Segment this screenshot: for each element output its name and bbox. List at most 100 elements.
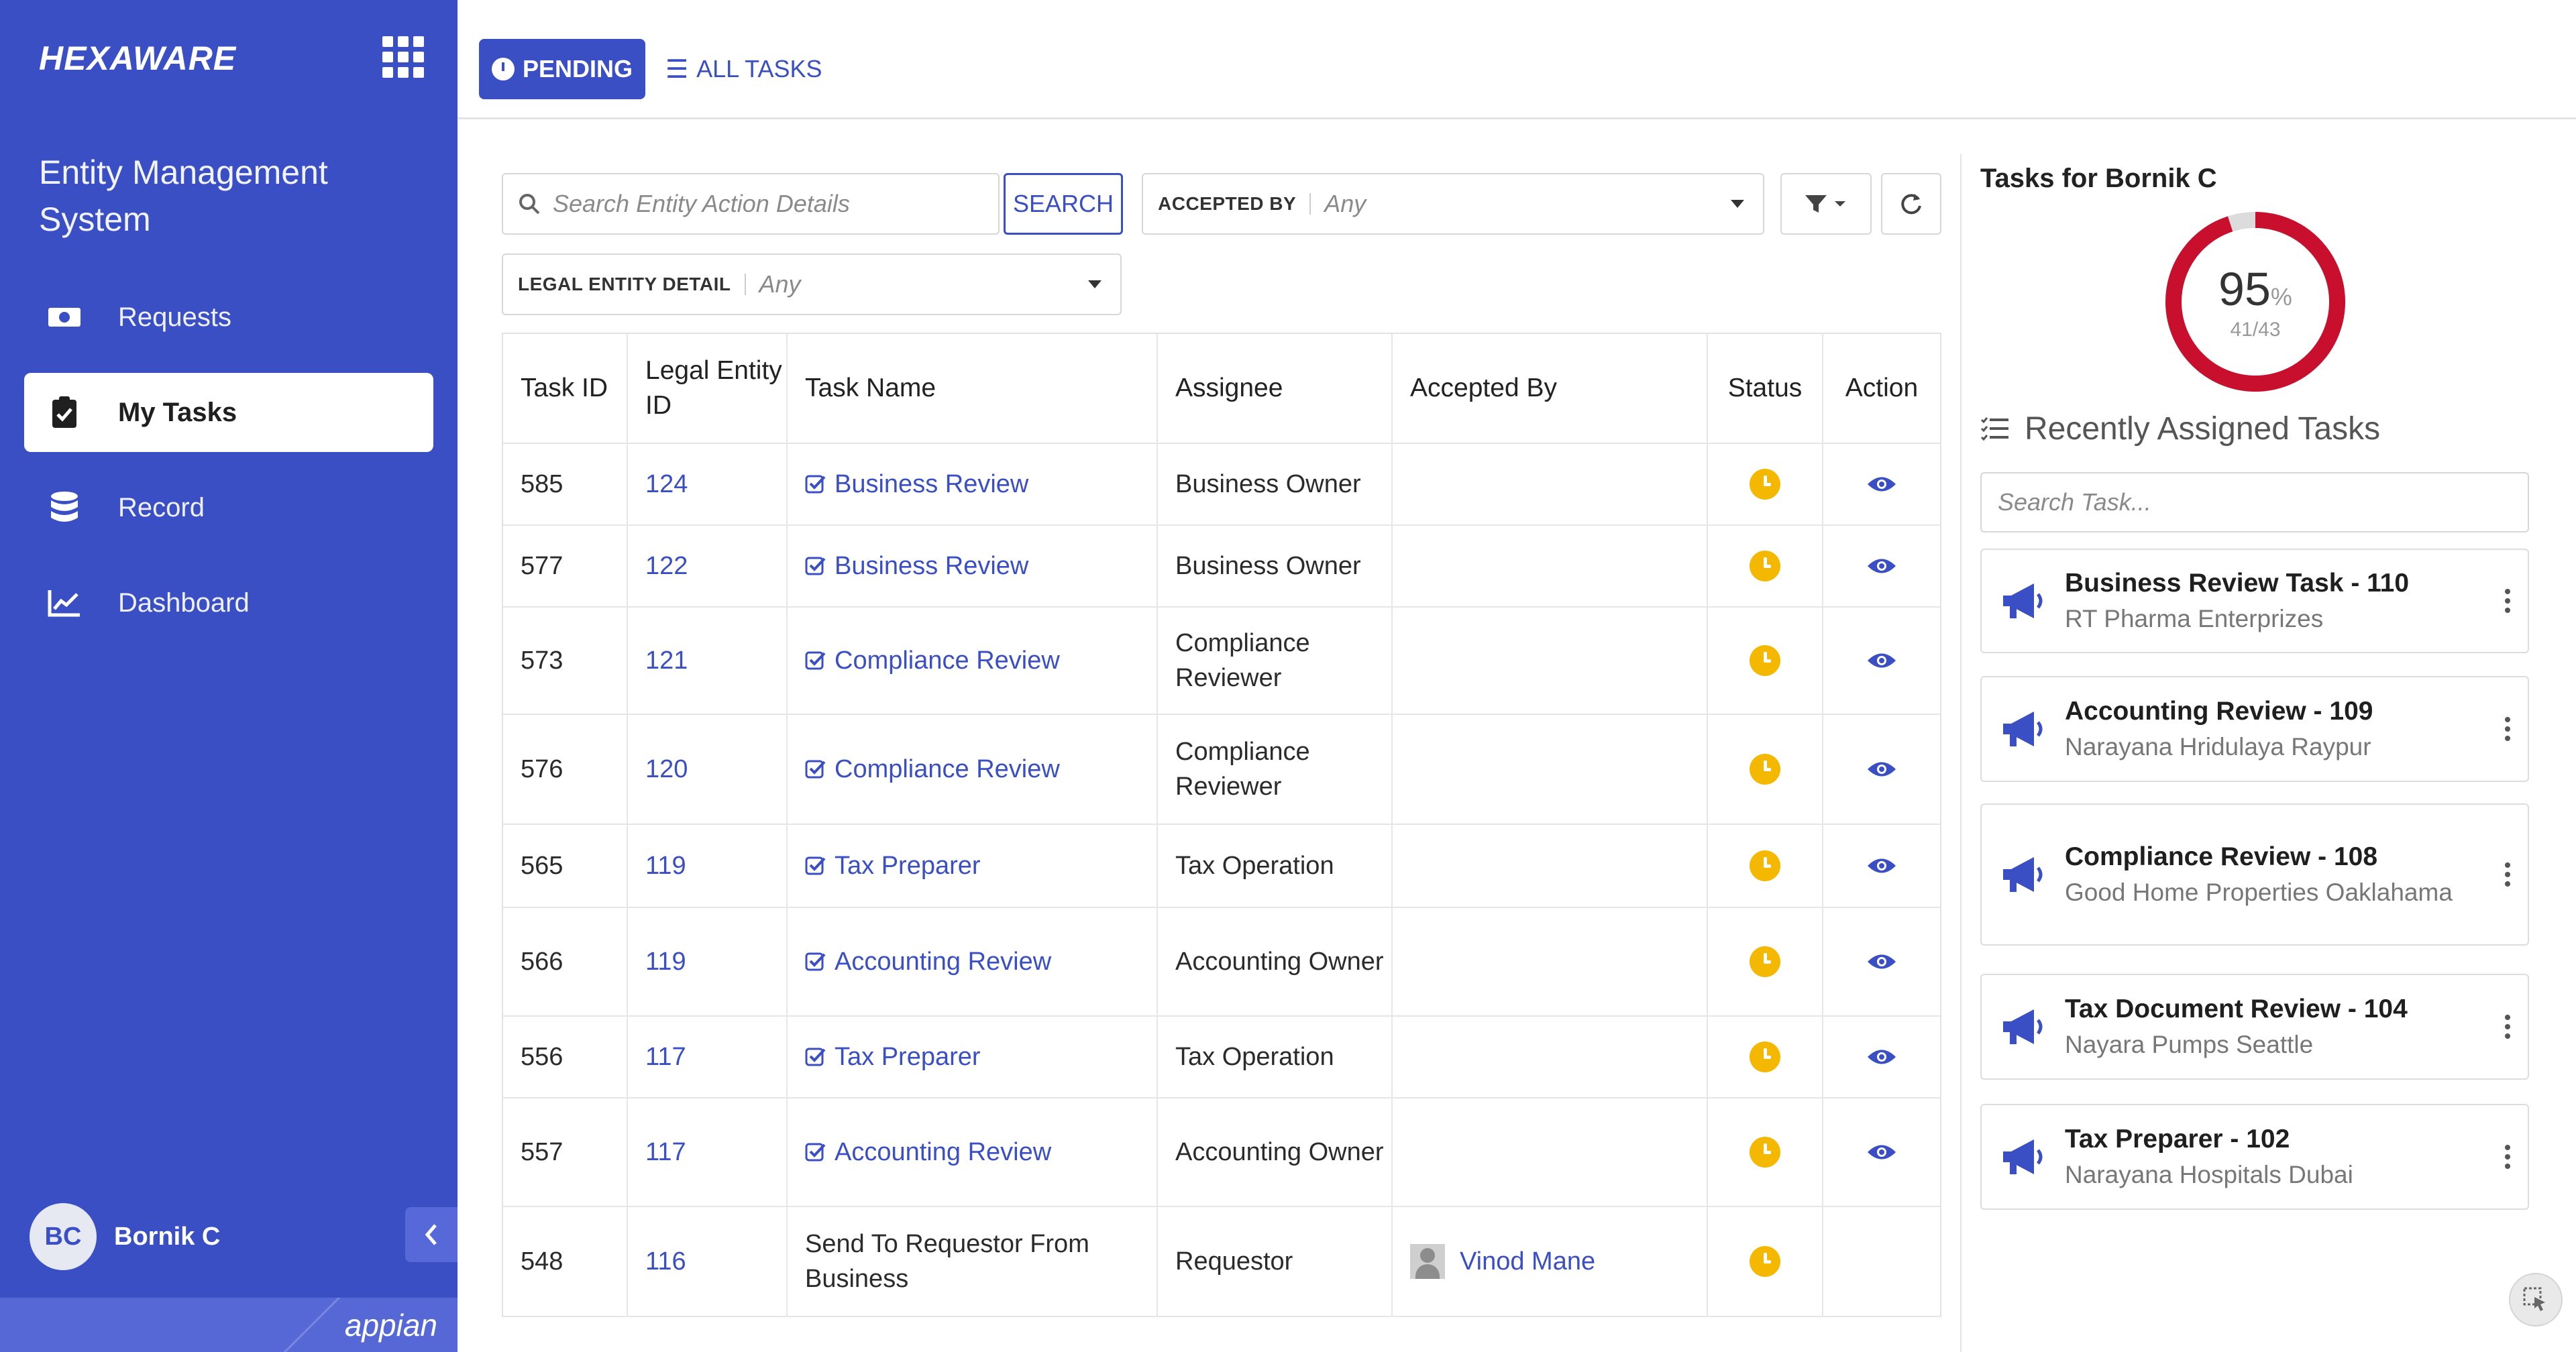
task-name-text: Business Review: [835, 552, 1029, 580]
table-row: 557 117 Accounting Review Accounting Owner: [503, 1098, 1940, 1207]
nav-item-dashboard[interactable]: Dashboard: [24, 563, 433, 642]
view-eye-icon[interactable]: [1866, 856, 1897, 876]
more-options-icon[interactable]: [2487, 587, 2528, 615]
search-input[interactable]: Search Entity Action Details: [502, 173, 1000, 235]
recent-task-card[interactable]: Accounting Review - 109 Narayana Hridulay…: [1980, 676, 2529, 782]
table-row: 548 116 Send To Requestor From Business Req…: [503, 1207, 1940, 1317]
pending-clock-icon: [1750, 1041, 1780, 1072]
table-row: 565 119 Tax Preparer Tax Operation: [503, 825, 1940, 908]
entity-id-link[interactable]: 119: [628, 908, 788, 1015]
action-cell: [1823, 825, 1940, 907]
task-id-cell: 557: [503, 1098, 628, 1206]
filter-icon: [1805, 195, 1845, 213]
task-name-text: Tax Preparer: [835, 852, 981, 880]
filter-button[interactable]: [1780, 173, 1872, 235]
accepted-by-cell: [1393, 1098, 1708, 1206]
view-eye-icon[interactable]: [1866, 651, 1897, 671]
action-cell: [1823, 715, 1940, 824]
checkbox-icon: [805, 760, 826, 779]
recent-task-card[interactable]: Business Review Task - 110 RT Pharma Ente…: [1980, 549, 2529, 653]
list-icon: ☰: [665, 55, 689, 84]
recent-task-card[interactable]: Tax Preparer - 102 Narayana Hospitals Dub…: [1980, 1104, 2529, 1210]
task-search-input[interactable]: Search Task...: [1980, 472, 2529, 532]
entity-id-link[interactable]: 120: [628, 715, 788, 824]
accepted-by-cell: Vinod Mane: [1393, 1207, 1708, 1316]
recently-assigned-title: Recently Assigned Tasks: [1980, 410, 2380, 447]
pending-clock-icon: [1750, 469, 1780, 500]
legal-entity-dropdown[interactable]: LEGAL ENTITY DETAIL Any: [502, 253, 1122, 315]
table-row: 573 121 Compliance Review Compliance Review…: [503, 608, 1940, 715]
nav-item-record[interactable]: Record: [24, 468, 433, 547]
money-icon: [44, 297, 85, 337]
column-header[interactable]: Action: [1823, 334, 1940, 443]
more-options-icon[interactable]: [2487, 715, 2528, 743]
avatar: BC: [30, 1203, 97, 1270]
tab-all-tasks[interactable]: ☰ ALL TASKS: [665, 39, 822, 99]
entity-id-link[interactable]: 121: [628, 608, 788, 714]
task-name-cell: Accounting Review: [788, 1098, 1158, 1206]
entity-id-link[interactable]: 124: [628, 444, 788, 524]
chevron-left-icon: [425, 1224, 437, 1245]
status-cell: [1708, 908, 1823, 1015]
app-grid-icon[interactable]: [382, 36, 424, 78]
nav-item-requests[interactable]: Requests: [24, 278, 433, 357]
column-header[interactable]: Task ID: [503, 334, 628, 443]
recent-task-card[interactable]: Compliance Review - 108 Good Home Propert…: [1980, 803, 2529, 946]
view-eye-icon[interactable]: [1866, 556, 1897, 576]
checkbox-icon: [805, 1048, 826, 1066]
task-name-link[interactable]: Accounting Review: [805, 944, 1051, 979]
column-header[interactable]: Task Name: [788, 334, 1158, 443]
entity-id-link[interactable]: 119: [628, 825, 788, 907]
column-header[interactable]: Assignee: [1158, 334, 1393, 443]
view-eye-icon[interactable]: [1866, 474, 1897, 494]
clock-icon: [491, 58, 515, 80]
pending-clock-icon: [1750, 645, 1780, 676]
task-name-link[interactable]: Accounting Review: [805, 1135, 1051, 1170]
task-name-cell: Tax Preparer: [788, 825, 1158, 907]
more-options-icon[interactable]: [2487, 1143, 2528, 1171]
pending-clock-icon: [1750, 1137, 1780, 1168]
user-profile[interactable]: BC Bornik C: [30, 1203, 220, 1270]
completion-fraction: 41/43: [2230, 319, 2281, 341]
column-header[interactable]: Accepted By: [1393, 334, 1708, 443]
column-header[interactable]: Legal Entity ID: [628, 334, 788, 443]
task-name-link[interactable]: Business Review: [805, 467, 1028, 502]
view-eye-icon[interactable]: [1866, 1142, 1897, 1162]
accepted-by-link[interactable]: Vinod Mane: [1460, 1244, 1595, 1279]
entity-id-link[interactable]: 117: [628, 1017, 788, 1097]
task-name-link[interactable]: Compliance Review: [805, 643, 1060, 678]
pending-clock-icon: [1750, 754, 1780, 785]
more-options-icon[interactable]: [2487, 1013, 2528, 1041]
legal-entity-label: LEGAL ENTITY DETAIL: [518, 274, 746, 295]
accepted-by-dropdown[interactable]: ACCEPTED BY Any: [1142, 173, 1764, 235]
accepted-by-cell: [1393, 1017, 1708, 1097]
entity-id-link[interactable]: 117: [628, 1098, 788, 1206]
cursor-assist-button[interactable]: [2509, 1273, 2563, 1327]
entity-id-link[interactable]: 122: [628, 526, 788, 606]
action-cell: [1823, 608, 1940, 714]
view-eye-icon[interactable]: [1866, 759, 1897, 779]
recent-task-card[interactable]: Tax Document Review - 104 Nayara Pumps Se…: [1980, 974, 2529, 1080]
tab-pending[interactable]: PENDING: [479, 39, 645, 99]
search-button[interactable]: SEARCH: [1004, 173, 1123, 235]
recent-task-subtitle: Narayana Hridulaya Raypur: [2065, 733, 2371, 760]
task-name-link[interactable]: Tax Preparer: [805, 848, 981, 883]
footer-bar: appian: [0, 1298, 458, 1352]
view-eye-icon[interactable]: [1866, 952, 1897, 972]
user-name: Bornik C: [114, 1222, 221, 1251]
top-bar: PENDING ☰ ALL TASKS: [458, 0, 2576, 119]
view-eye-icon[interactable]: [1866, 1047, 1897, 1067]
collapse-sidebar-button[interactable]: [405, 1207, 458, 1262]
column-header[interactable]: Status: [1708, 334, 1823, 443]
refresh-button[interactable]: [1881, 173, 1941, 235]
assignee-cell: Compliance Reviewer: [1158, 608, 1393, 714]
nav-item-my-tasks[interactable]: My Tasks: [24, 373, 433, 452]
completion-label: 95% 41/43: [2161, 208, 2349, 396]
task-name-link[interactable]: Compliance Review: [805, 752, 1060, 787]
entity-id-link[interactable]: 116: [628, 1207, 788, 1316]
tasks-summary-title: Tasks for Bornik C: [1980, 164, 2217, 193]
task-name-link[interactable]: Business Review: [805, 549, 1028, 583]
task-name-link[interactable]: Tax Preparer: [805, 1039, 981, 1074]
more-options-icon[interactable]: [2487, 860, 2528, 889]
nav-label-my-tasks: My Tasks: [118, 397, 237, 427]
